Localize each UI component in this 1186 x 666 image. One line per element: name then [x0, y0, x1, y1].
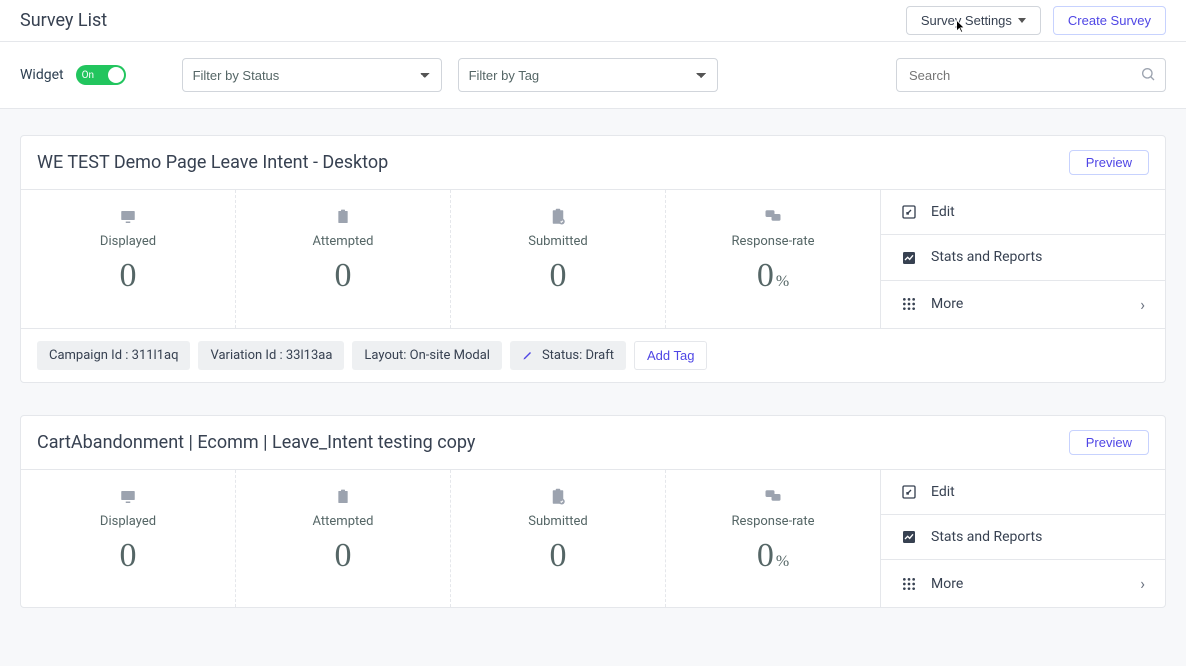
filter-bar: Widget On Filter by Status Filter by Tag	[0, 42, 1186, 109]
tag-status: Status: Draft	[510, 341, 626, 370]
monitor-icon	[21, 488, 235, 508]
chat-icon	[666, 208, 880, 228]
survey-settings-button[interactable]: Survey Settings	[906, 6, 1041, 35]
metric-submitted: Submitted 0	[451, 470, 666, 608]
edit-icon	[901, 204, 917, 220]
chevron-right-icon: ›	[1140, 295, 1145, 314]
more-action[interactable]: More ›	[881, 281, 1165, 328]
widget-label: Widget	[20, 67, 64, 83]
stats-action[interactable]: Stats and Reports	[881, 515, 1165, 560]
create-survey-button[interactable]: Create Survey	[1053, 6, 1166, 35]
content-area: WE TEST Demo Page Leave Intent - Desktop…	[0, 109, 1186, 666]
metric-attempted: Attempted 0	[236, 470, 451, 608]
monitor-icon	[21, 208, 235, 228]
filter-status-select[interactable]: Filter by Status	[182, 58, 442, 92]
metrics-row: Displayed 0 Attempted 0 Submitted 0 Resp…	[21, 470, 880, 608]
edit-icon	[901, 484, 917, 500]
card-body: Displayed 0 Attempted 0 Submitted 0 Resp…	[21, 469, 1165, 608]
metric-submitted: Submitted 0	[451, 190, 666, 328]
metric-displayed: Displayed 0	[21, 470, 236, 608]
stats-action[interactable]: Stats and Reports	[881, 235, 1165, 280]
card-actions: Edit Stats and Reports More ›	[880, 470, 1165, 608]
clipboard-icon	[236, 208, 450, 228]
survey-card: CartAbandonment | Ecomm | Leave_Intent t…	[20, 415, 1166, 609]
card-header: WE TEST Demo Page Leave Intent - Desktop…	[21, 136, 1165, 189]
filter-tag-select[interactable]: Filter by Tag	[458, 58, 718, 92]
card-body: Displayed 0 Attempted 0 Submitted 0 Resp…	[21, 189, 1165, 328]
widget-toggle[interactable]: On	[76, 65, 126, 85]
widget-toggle-group: Widget On	[20, 65, 126, 85]
caret-down-icon	[1018, 18, 1026, 23]
more-action[interactable]: More ›	[881, 560, 1165, 607]
grid-icon	[901, 296, 917, 312]
metric-attempted: Attempted 0	[236, 190, 451, 328]
toggle-knob	[108, 67, 124, 83]
top-actions: Survey Settings Create Survey	[906, 6, 1166, 35]
add-tag-button[interactable]: Add Tag	[634, 341, 707, 370]
page-title: Survey List	[20, 10, 107, 31]
metric-response-rate: Response-rate 0	[666, 190, 880, 328]
top-bar: Survey List Survey Settings Create Surve…	[0, 0, 1186, 42]
tag-variation: Variation Id : 33l13aa	[198, 341, 344, 370]
preview-button[interactable]: Preview	[1069, 150, 1149, 175]
metric-response-rate: Response-rate 0	[666, 470, 880, 608]
survey-title: CartAbandonment | Ecomm | Leave_Intent t…	[37, 432, 475, 453]
survey-title: WE TEST Demo Page Leave Intent - Desktop	[37, 152, 388, 173]
metric-displayed: Displayed 0	[21, 190, 236, 328]
chart-icon	[901, 529, 917, 545]
card-actions: Edit Stats and Reports More ›	[880, 190, 1165, 328]
search-input[interactable]	[896, 58, 1166, 92]
chat-icon	[666, 488, 880, 508]
tag-campaign: Campaign Id : 311l1aq	[37, 341, 190, 370]
clipboard-check-icon	[451, 488, 665, 508]
chart-icon	[901, 249, 917, 265]
metrics-row: Displayed 0 Attempted 0 Submitted 0 Resp…	[21, 190, 880, 328]
clipboard-icon	[236, 488, 450, 508]
preview-button[interactable]: Preview	[1069, 430, 1149, 455]
tags-row: Campaign Id : 311l1aq Variation Id : 33l…	[21, 328, 1165, 382]
clipboard-check-icon	[451, 208, 665, 228]
search-wrap	[896, 58, 1166, 92]
chevron-right-icon: ›	[1140, 574, 1145, 593]
search-icon	[1140, 66, 1156, 82]
survey-card: WE TEST Demo Page Leave Intent - Desktop…	[20, 135, 1166, 383]
edit-action[interactable]: Edit	[881, 190, 1165, 235]
pencil-icon	[522, 348, 534, 363]
grid-icon	[901, 576, 917, 592]
tag-layout: Layout: On-site Modal	[352, 341, 502, 370]
edit-action[interactable]: Edit	[881, 470, 1165, 515]
card-header: CartAbandonment | Ecomm | Leave_Intent t…	[21, 416, 1165, 469]
